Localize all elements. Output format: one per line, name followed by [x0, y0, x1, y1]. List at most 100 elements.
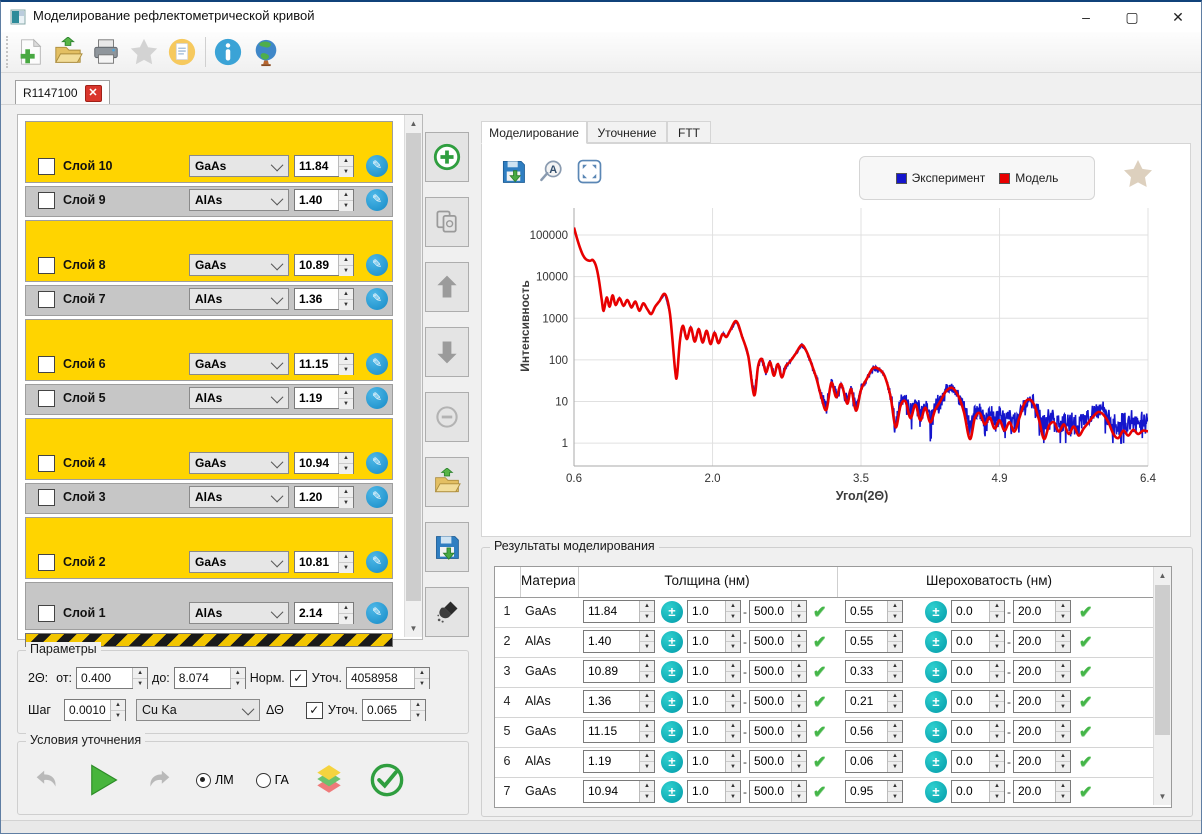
remove-layer-button[interactable] — [425, 392, 469, 442]
roughness-value-spinner[interactable]: 0.55 — [845, 600, 903, 623]
layer-thickness-spinner[interactable]: 1.20 — [294, 486, 354, 508]
thickness-vary-icon[interactable]: ± — [661, 691, 683, 713]
layer-thickness-spinner[interactable]: 1.19 — [294, 387, 354, 409]
layer-list-scrollbar[interactable]: ▲ ▼ — [404, 115, 422, 637]
add-layer-button[interactable] — [425, 132, 469, 182]
tab-refinement[interactable]: Уточнение — [587, 121, 667, 143]
document-tab-close-icon[interactable]: ✕ — [85, 85, 102, 102]
roughness-vary-icon[interactable]: ± — [925, 601, 947, 623]
thickness-max-spinner[interactable]: 500.0 — [749, 690, 807, 713]
favorite-chart-icon[interactable] — [1122, 158, 1154, 190]
thickness-value-spinner[interactable]: 11.15 — [583, 720, 655, 743]
move-layer-down-button[interactable] — [425, 327, 469, 377]
roughness-value-spinner[interactable]: 0.33 — [845, 660, 903, 683]
roughness-max-spinner[interactable]: 20.0 — [1013, 750, 1071, 773]
roughness-vary-icon[interactable]: ± — [925, 631, 947, 653]
layer-edit-icon[interactable]: ✎ — [366, 353, 388, 375]
roughness-value-spinner[interactable]: 0.06 — [845, 750, 903, 773]
roughness-max-spinner[interactable]: 20.0 — [1013, 720, 1071, 743]
roughness-min-spinner[interactable]: 0.0 — [951, 780, 1005, 803]
roughness-vary-icon[interactable]: ± — [925, 751, 947, 773]
favorite-icon[interactable] — [129, 37, 159, 67]
roughness-min-spinner[interactable]: 0.0 — [951, 660, 1005, 683]
close-button[interactable]: ✕ — [1155, 2, 1201, 32]
theta-to-spinner[interactable]: 8.074 — [174, 667, 246, 689]
thickness-min-spinner[interactable]: 1.0 — [687, 720, 741, 743]
roughness-vary-icon[interactable]: ± — [925, 661, 947, 683]
thickness-value-spinner[interactable]: 10.89 — [583, 660, 655, 683]
norm-refine-checkbox[interactable] — [290, 670, 307, 687]
thickness-min-spinner[interactable]: 1.0 — [687, 690, 741, 713]
layer-thickness-spinner[interactable]: 1.36 — [294, 288, 354, 310]
thickness-min-spinner[interactable]: 1.0 — [687, 750, 741, 773]
dtheta-refine-checkbox[interactable] — [306, 702, 323, 719]
roughness-vary-icon[interactable]: ± — [925, 721, 947, 743]
layer-thickness-spinner[interactable]: 10.81 — [294, 551, 354, 573]
layer-edit-icon[interactable]: ✎ — [366, 551, 388, 573]
layer-thickness-spinner[interactable]: 2.14 — [294, 602, 354, 624]
roughness-max-spinner[interactable]: 20.0 — [1013, 600, 1071, 623]
layer-material-select[interactable]: AlAs — [189, 288, 289, 310]
roughness-min-spinner[interactable]: 0.0 — [951, 630, 1005, 653]
thickness-vary-icon[interactable]: ± — [661, 781, 683, 803]
layer-edit-icon[interactable]: ✎ — [366, 486, 388, 508]
layer-material-select[interactable]: GaAs — [189, 353, 289, 375]
layer-material-select[interactable]: GaAs — [189, 155, 289, 177]
layer-checkbox[interactable] — [38, 192, 55, 209]
tab-modeling[interactable]: Моделирование — [481, 121, 587, 144]
maximize-button[interactable]: ▢ — [1109, 2, 1155, 32]
roughness-value-spinner[interactable]: 0.95 — [845, 780, 903, 803]
layer-material-select[interactable]: GaAs — [189, 452, 289, 474]
zoom-extents-icon[interactable] — [576, 158, 603, 185]
radio-lm-circle[interactable] — [196, 773, 211, 788]
thickness-vary-icon[interactable]: ± — [661, 631, 683, 653]
duplicate-layer-button[interactable] — [425, 197, 469, 247]
clear-structure-button[interactable] — [425, 587, 469, 637]
roughness-max-spinner[interactable]: 20.0 — [1013, 660, 1071, 683]
layer-edit-icon[interactable]: ✎ — [366, 155, 388, 177]
layer-edit-icon[interactable]: ✎ — [366, 288, 388, 310]
minimize-button[interactable]: – — [1063, 2, 1109, 32]
thickness-value-spinner[interactable]: 10.94 — [583, 780, 655, 803]
undo-icon[interactable] — [32, 765, 62, 795]
roughness-value-spinner[interactable]: 0.56 — [845, 720, 903, 743]
thickness-vary-icon[interactable]: ± — [661, 661, 683, 683]
radio-ga-circle[interactable] — [256, 773, 271, 788]
layer-material-select[interactable]: AlAs — [189, 486, 289, 508]
layer-material-select[interactable]: GaAs — [189, 254, 289, 276]
thickness-max-spinner[interactable]: 500.0 — [749, 660, 807, 683]
layer-material-select[interactable]: AlAs — [189, 387, 289, 409]
thickness-value-spinner[interactable]: 1.19 — [583, 750, 655, 773]
dtheta-value-spinner[interactable]: 0.065 — [362, 699, 426, 721]
roughness-max-spinner[interactable]: 20.0 — [1013, 690, 1071, 713]
document-tab[interactable]: R1147100 ✕ — [15, 80, 110, 105]
layers-stack-icon[interactable] — [311, 763, 347, 797]
scroll-up-icon[interactable]: ▲ — [405, 115, 422, 132]
layer-checkbox[interactable] — [38, 257, 55, 274]
thickness-vary-icon[interactable]: ± — [661, 721, 683, 743]
roughness-min-spinner[interactable]: 0.0 — [951, 720, 1005, 743]
scroll-down-icon[interactable]: ▼ — [1154, 788, 1171, 805]
save-structure-button[interactable] — [425, 522, 469, 572]
move-layer-up-button[interactable] — [425, 262, 469, 312]
thickness-value-spinner[interactable]: 11.84 — [583, 600, 655, 623]
thickness-value-spinner[interactable]: 1.36 — [583, 690, 655, 713]
roughness-vary-icon[interactable]: ± — [925, 691, 947, 713]
roughness-vary-icon[interactable]: ± — [925, 781, 947, 803]
layer-thickness-spinner[interactable]: 10.89 — [294, 254, 354, 276]
layer-thickness-spinner[interactable]: 10.94 — [294, 452, 354, 474]
print-icon[interactable] — [91, 37, 121, 67]
anode-select[interactable]: Cu Ka — [136, 699, 260, 721]
layer-edit-icon[interactable]: ✎ — [366, 602, 388, 624]
report-icon[interactable] — [167, 37, 197, 67]
layer-edit-icon[interactable]: ✎ — [366, 254, 388, 276]
roughness-min-spinner[interactable]: 0.0 — [951, 600, 1005, 623]
thickness-max-spinner[interactable]: 500.0 — [749, 750, 807, 773]
step-spinner[interactable]: 0.0010 — [64, 699, 126, 721]
thickness-max-spinner[interactable]: 500.0 — [749, 780, 807, 803]
radio-ga[interactable]: ГА — [256, 773, 289, 788]
layer-checkbox[interactable] — [38, 291, 55, 308]
roughness-max-spinner[interactable]: 20.0 — [1013, 630, 1071, 653]
layer-checkbox[interactable] — [38, 390, 55, 407]
thickness-max-spinner[interactable]: 500.0 — [749, 720, 807, 743]
